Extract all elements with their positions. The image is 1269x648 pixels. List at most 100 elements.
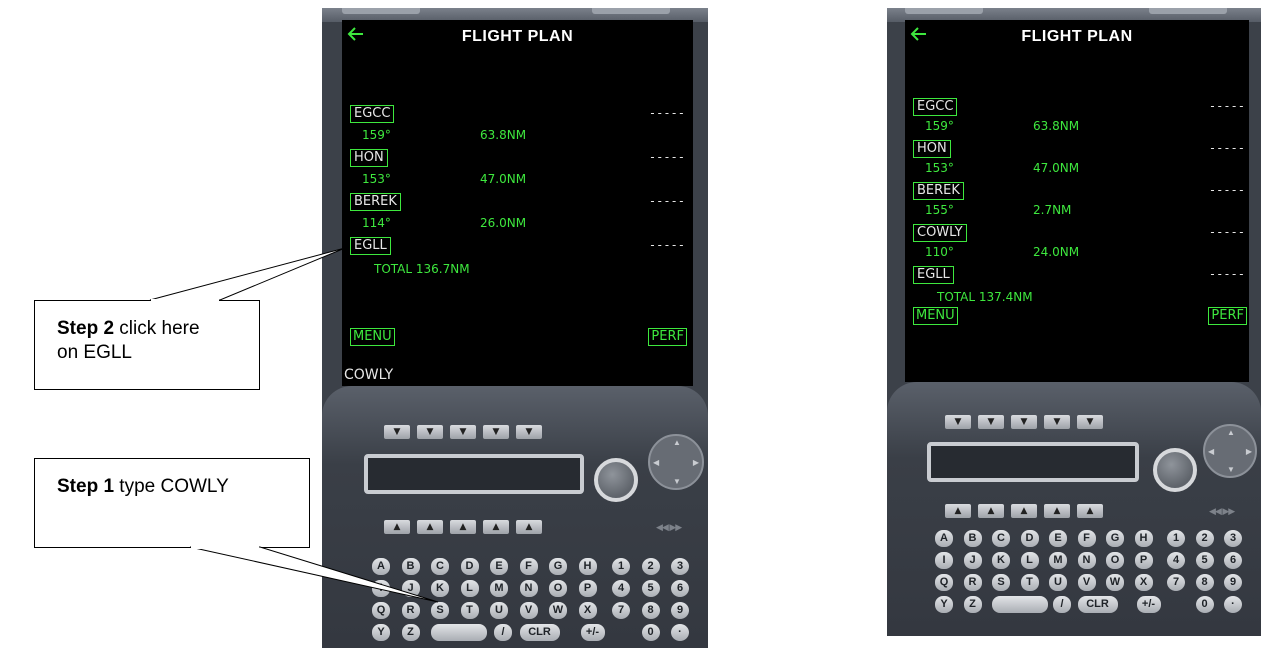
- key-2[interactable]: 2: [641, 558, 660, 575]
- lsk-up-5[interactable]: ▲: [516, 520, 542, 534]
- key-clr[interactable]: CLR: [1077, 596, 1118, 613]
- round-button[interactable]: [594, 458, 638, 502]
- direction-pad[interactable]: ▲ ▼ ◀ ▶: [1203, 424, 1257, 478]
- dpad-left-icon[interactable]: ◀: [653, 458, 659, 467]
- key-p[interactable]: P: [578, 580, 597, 597]
- key-a[interactable]: A: [372, 558, 390, 575]
- lsk-down-4[interactable]: ▼: [483, 425, 509, 439]
- key-s[interactable]: S: [992, 574, 1010, 591]
- lsk-up-1[interactable]: ▲: [384, 520, 410, 534]
- lsk-down-2[interactable]: ▼: [978, 415, 1004, 429]
- key-t[interactable]: T: [460, 602, 479, 619]
- direction-pad[interactable]: ▲ ▼ ◀ ▶: [648, 434, 704, 490]
- key-z[interactable]: Z: [401, 624, 420, 641]
- key-plus-minus[interactable]: +/-: [580, 624, 605, 641]
- key-plus-minus[interactable]: +/-: [1136, 596, 1161, 613]
- key-x[interactable]: X: [578, 602, 597, 619]
- key-5[interactable]: 5: [1195, 552, 1214, 569]
- key-r[interactable]: R: [963, 574, 982, 591]
- perf-button[interactable]: PERF: [648, 328, 687, 346]
- waypoint-egcc[interactable]: EGCC: [350, 105, 395, 123]
- waypoint-egcc[interactable]: EGCC: [913, 98, 958, 116]
- key-y[interactable]: Y: [372, 624, 390, 641]
- key-8[interactable]: 8: [641, 602, 660, 619]
- key-g[interactable]: G: [549, 558, 567, 575]
- key-5[interactable]: 5: [641, 580, 660, 597]
- waypoint-egll[interactable]: EGLL: [913, 266, 954, 284]
- key-p[interactable]: P: [1134, 552, 1153, 569]
- key-w[interactable]: W: [1106, 574, 1124, 591]
- key-k[interactable]: K: [431, 580, 449, 597]
- key-c[interactable]: C: [992, 530, 1010, 547]
- menu-button[interactable]: MENU: [350, 328, 395, 346]
- key-h[interactable]: H: [578, 558, 597, 575]
- key-l[interactable]: L: [460, 580, 479, 597]
- key-d[interactable]: D: [1020, 530, 1039, 547]
- key-3[interactable]: 3: [671, 558, 689, 575]
- dpad-down-icon[interactable]: ▼: [673, 477, 681, 486]
- key-e[interactable]: E: [1049, 530, 1067, 547]
- lsk-up-4[interactable]: ▲: [483, 520, 509, 534]
- lsk-down-1[interactable]: ▼: [384, 425, 410, 439]
- key-n[interactable]: N: [519, 580, 538, 597]
- key-4[interactable]: 4: [1167, 552, 1185, 569]
- lsk-up-4[interactable]: ▲: [1044, 504, 1070, 518]
- key-1[interactable]: 1: [612, 558, 630, 575]
- key-f[interactable]: F: [1077, 530, 1096, 547]
- key-6[interactable]: 6: [671, 580, 689, 597]
- key-a[interactable]: A: [935, 530, 953, 547]
- waypoint-egll[interactable]: EGLL: [350, 237, 391, 255]
- lsk-down-4[interactable]: ▼: [1044, 415, 1070, 429]
- key-q[interactable]: Q: [935, 574, 953, 591]
- key-8[interactable]: 8: [1195, 574, 1214, 591]
- key-r[interactable]: R: [401, 602, 420, 619]
- key-s[interactable]: S: [431, 602, 449, 619]
- dpad-right-icon[interactable]: ▶: [1246, 447, 1252, 456]
- round-button[interactable]: [1153, 448, 1197, 492]
- waypoint-cowly[interactable]: COWLY: [913, 224, 967, 242]
- waypoint-berek[interactable]: BEREK: [913, 182, 964, 200]
- key-o[interactable]: O: [549, 580, 567, 597]
- key-u[interactable]: U: [490, 602, 508, 619]
- lsk-up-3[interactable]: ▲: [450, 520, 476, 534]
- key-l[interactable]: L: [1020, 552, 1039, 569]
- menu-button[interactable]: MENU: [913, 307, 958, 325]
- key-h[interactable]: H: [1134, 530, 1153, 547]
- key-space[interactable]: [431, 624, 487, 641]
- key-4[interactable]: 4: [612, 580, 630, 597]
- key-c[interactable]: C: [431, 558, 449, 575]
- key-w[interactable]: W: [549, 602, 567, 619]
- lsk-down-1[interactable]: ▼: [945, 415, 971, 429]
- key-n[interactable]: N: [1077, 552, 1096, 569]
- key-0[interactable]: 0: [1195, 596, 1214, 613]
- key-3[interactable]: 3: [1224, 530, 1242, 547]
- dpad-left-icon[interactable]: ◀: [1208, 447, 1214, 456]
- key-b[interactable]: B: [963, 530, 982, 547]
- key-b[interactable]: B: [401, 558, 420, 575]
- lsk-up-2[interactable]: ▲: [417, 520, 443, 534]
- key-i[interactable]: I: [935, 552, 953, 569]
- key-d[interactable]: D: [460, 558, 479, 575]
- dpad-up-icon[interactable]: ▲: [1227, 428, 1235, 437]
- lsk-down-5[interactable]: ▼: [516, 425, 542, 439]
- key-e[interactable]: E: [490, 558, 508, 575]
- lsk-up-1[interactable]: ▲: [945, 504, 971, 518]
- waypoint-berek[interactable]: BEREK: [350, 193, 401, 211]
- key-7[interactable]: 7: [612, 602, 630, 619]
- dpad-down-icon[interactable]: ▼: [1227, 465, 1235, 474]
- key-6[interactable]: 6: [1224, 552, 1242, 569]
- dpad-right-icon[interactable]: ▶: [693, 458, 699, 467]
- key-g[interactable]: G: [1106, 530, 1124, 547]
- key-z[interactable]: Z: [963, 596, 982, 613]
- key-o[interactable]: O: [1106, 552, 1124, 569]
- key-0[interactable]: 0: [641, 624, 660, 641]
- key-t[interactable]: T: [1020, 574, 1039, 591]
- key-j[interactable]: J: [401, 580, 420, 597]
- lsk-down-5[interactable]: ▼: [1077, 415, 1103, 429]
- waypoint-hon[interactable]: HON: [350, 149, 388, 167]
- perf-button[interactable]: PERF: [1208, 307, 1247, 325]
- key-7[interactable]: 7: [1167, 574, 1185, 591]
- key-u[interactable]: U: [1049, 574, 1067, 591]
- key-slash[interactable]: /: [1053, 596, 1071, 613]
- key-x[interactable]: X: [1134, 574, 1153, 591]
